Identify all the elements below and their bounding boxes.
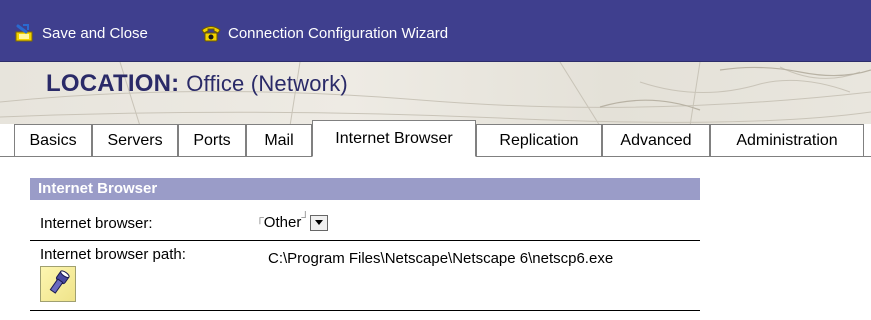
chevron-down-icon[interactable]	[310, 215, 329, 232]
section-header: Internet Browser	[30, 178, 700, 200]
location-label: LOCATION	[46, 70, 172, 97]
tab-label: Basics	[29, 131, 77, 149]
tab-label: Administration	[736, 131, 838, 149]
section-title: Internet Browser	[38, 180, 158, 197]
row-divider	[30, 240, 700, 241]
tab-basics[interactable]: Basics	[14, 124, 92, 156]
save-and-close-label: Save and Close	[42, 24, 148, 42]
connection-wizard-label: Connection Configuration Wizard	[228, 24, 449, 42]
browse-button[interactable]	[40, 266, 76, 302]
tab-label: Replication	[499, 131, 579, 149]
internet-browser-path-value[interactable]: C:\Program Files\Netscape\Netscape 6\net…	[268, 250, 613, 267]
tab-servers[interactable]: Servers	[92, 124, 178, 156]
location-separator: :	[171, 70, 180, 97]
connection-wizard-button[interactable]: Connection Configuration Wizard	[200, 22, 448, 44]
tab-administration[interactable]: Administration	[710, 124, 864, 156]
tab-advanced[interactable]: Advanced	[602, 124, 710, 156]
tab-label: Advanced	[620, 131, 692, 149]
tab-label: Servers	[107, 131, 163, 149]
save-and-close-icon	[14, 22, 36, 44]
tab-label: Mail	[264, 131, 294, 149]
save-and-close-button[interactable]: Save and Close	[14, 22, 148, 44]
tab-internet-browser[interactable]: Internet Browser	[312, 120, 476, 157]
tab-label: Ports	[193, 131, 231, 149]
location-title: LOCATION: Office (Network)	[46, 70, 348, 98]
tab-label: Internet Browser	[335, 129, 453, 147]
field-bracket-open: ┌	[256, 212, 264, 224]
tab-ports[interactable]: Ports	[178, 124, 246, 156]
telephone-icon	[200, 22, 222, 44]
tab-mail[interactable]: Mail	[246, 124, 312, 156]
location-banner: LOCATION: Office (Network)	[0, 62, 871, 126]
row-divider	[30, 310, 700, 311]
location-value: Office (Network)	[186, 71, 348, 96]
field-bracket-close: ┘	[301, 212, 310, 224]
flashlight-icon	[49, 270, 70, 294]
action-toolbar: Save and Close Connection Configuration …	[0, 0, 871, 62]
internet-browser-label: Internet browser:	[40, 215, 153, 232]
internet-browser-field[interactable]: ┌Other┘	[256, 212, 329, 232]
internet-browser-path-label: Internet browser path:	[40, 246, 186, 263]
tab-replication[interactable]: Replication	[476, 124, 602, 156]
internet-browser-value: Other	[263, 214, 302, 231]
